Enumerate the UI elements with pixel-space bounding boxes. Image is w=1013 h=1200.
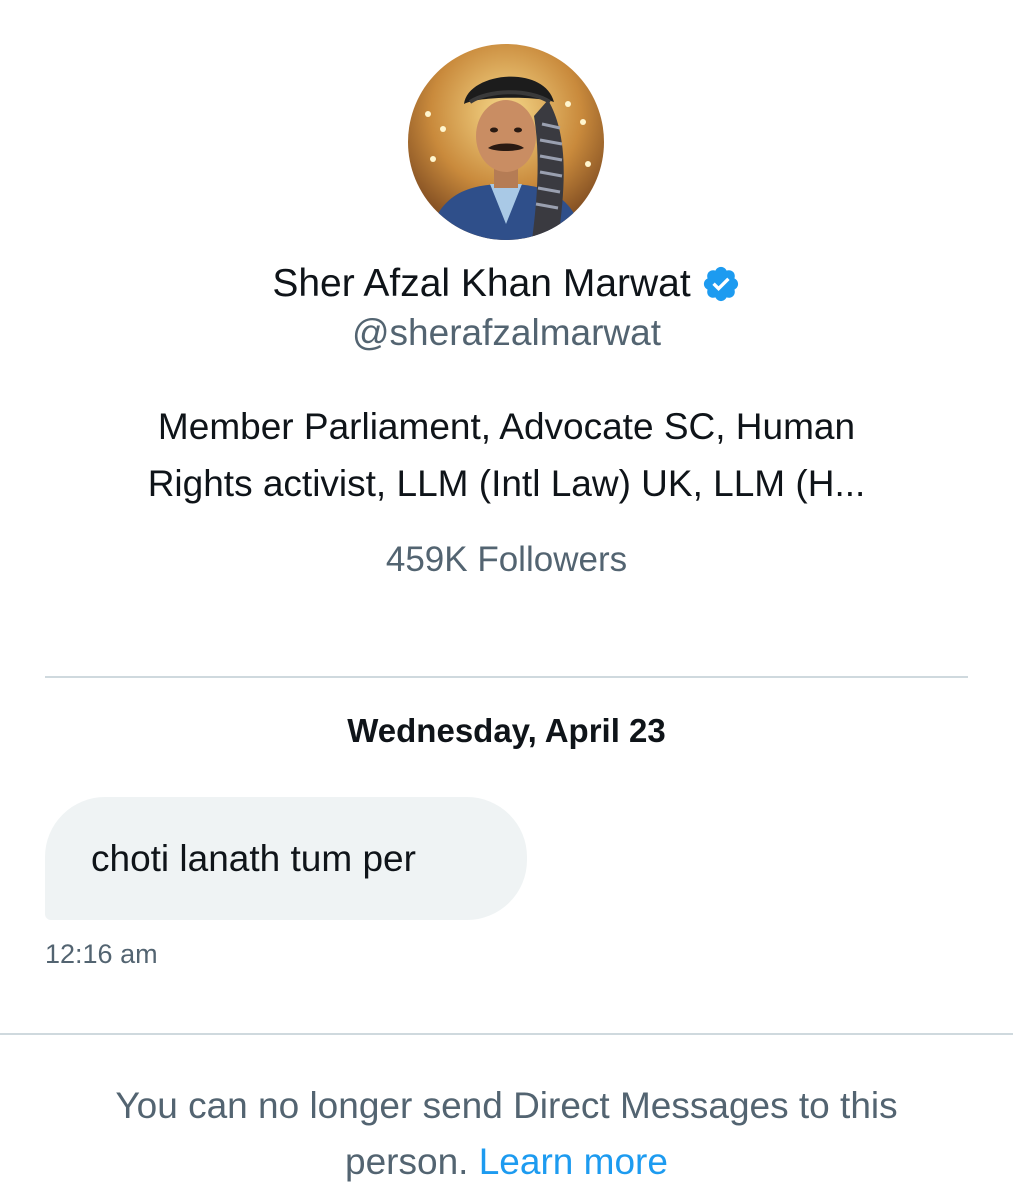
notice-text-line-2: person. Learn more (40, 1134, 973, 1190)
bio-line-1: Member Parliament, Advocate SC, Human (157, 406, 856, 447)
avatar-image (408, 44, 604, 240)
avatar[interactable] (408, 44, 604, 240)
followers-count[interactable]: 459K Followers (0, 540, 1013, 580)
bio-line-2: Rights activist, LLM (Intl Law) UK, LLM … (147, 463, 866, 504)
divider (45, 676, 968, 678)
profile-bio: Member Parliament, Advocate SC, Human Ri… (60, 398, 953, 512)
date-header: Wednesday, April 23 (347, 712, 666, 749)
learn-more-link[interactable]: Learn more (479, 1141, 668, 1182)
divider (0, 1033, 1013, 1035)
display-name[interactable]: Sher Afzal Khan Marwat (272, 262, 690, 306)
notice-text: You can no longer send Direct Messages t… (115, 1085, 898, 1126)
message-text: choti lanath tum per (91, 837, 416, 879)
message-timestamp: 12:16 am (45, 939, 158, 969)
message-bubble[interactable]: choti lanath tum per (45, 797, 527, 920)
dm-restricted-notice: You can no longer send Direct Messages t… (40, 1078, 973, 1190)
name-row: Sher Afzal Khan Marwat (0, 258, 1013, 310)
notice-text-prefix: person. (345, 1141, 469, 1182)
verified-badge-icon (701, 264, 741, 304)
profile-handle[interactable]: @sherafzalmarwat (0, 312, 1013, 354)
